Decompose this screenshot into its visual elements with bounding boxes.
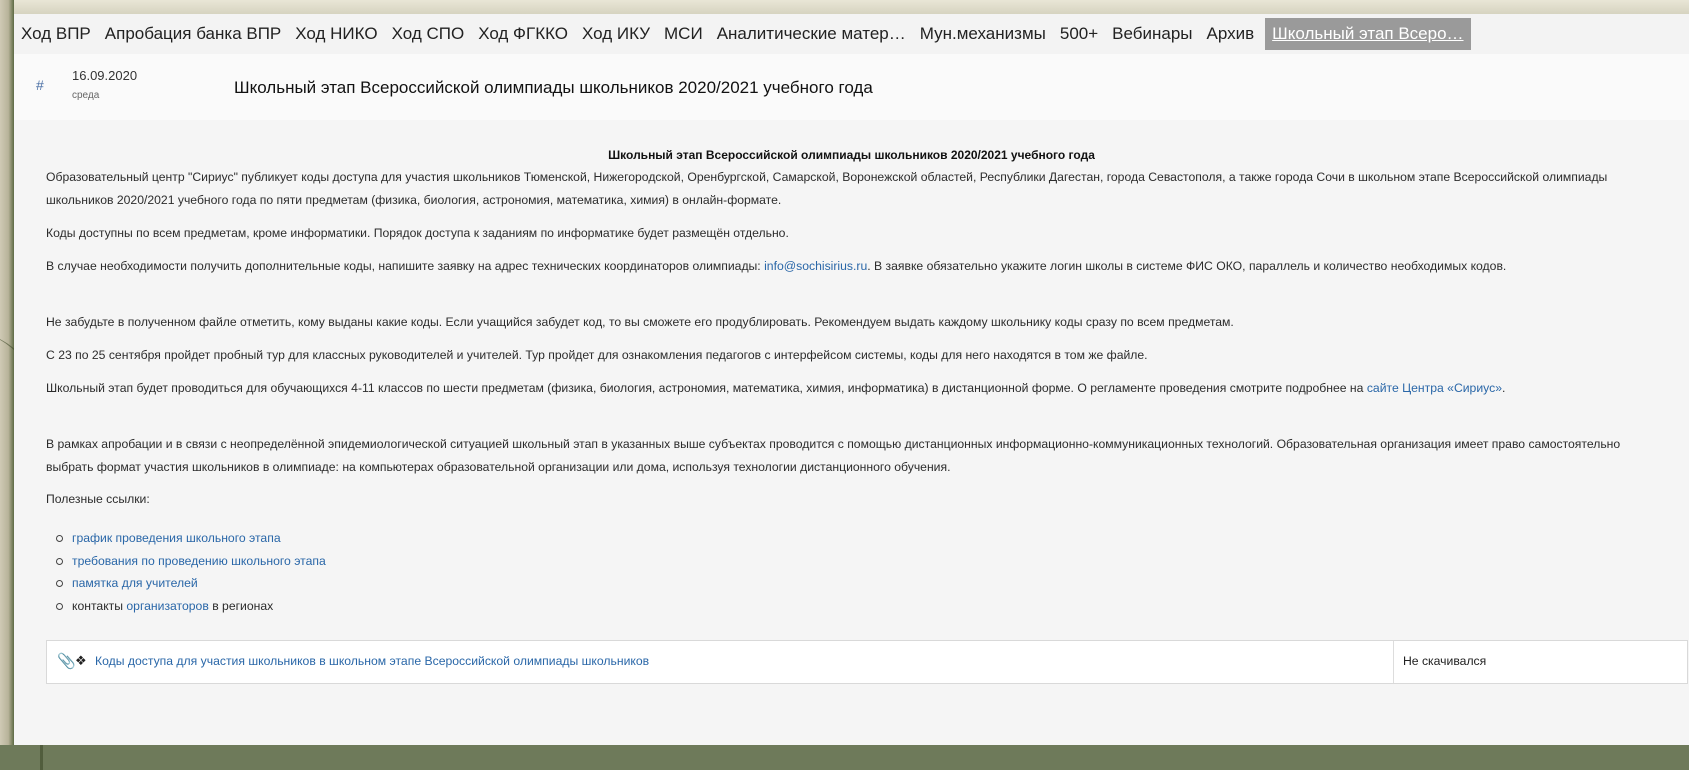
paragraph-4: Не забудьте в полученном файле отметить,…	[46, 315, 1234, 329]
tab-webinars[interactable]: Вебинары	[1105, 18, 1199, 50]
article-header: # 16.09.2020 среда Школьный этап Всеросс…	[14, 54, 1689, 121]
tab-spo[interactable]: Ход СПО	[385, 18, 472, 50]
paragraph-5: С 23 по 25 сентября пройдет пробный тур …	[46, 348, 1148, 362]
article-title: Школьный этап Всероссийской олимпиады шк…	[234, 78, 873, 97]
article-weekday: среда	[72, 90, 100, 101]
list-item: требования по проведению школьного этапа	[54, 550, 326, 573]
paragraph-1: Образовательный центр "Сириус" публикует…	[46, 170, 1608, 207]
divider	[1393, 641, 1394, 683]
tab-archive[interactable]: Архив	[1200, 18, 1262, 50]
contacts-suffix: в регионах	[208, 598, 274, 613]
list-item: график проведения школьного этапа	[54, 527, 326, 550]
article-date: 16.09.2020	[72, 68, 138, 83]
article-content: Школьный этап Всероссийской олимпиады шк…	[14, 120, 1689, 745]
tab-msi[interactable]: МСИ	[657, 18, 710, 50]
list-item: контакты организаторов в регионах	[54, 595, 326, 618]
paragraph-6: Школьный этап будет проводиться для обуч…	[46, 377, 1656, 400]
paragraph-2: Коды доступны по всем предметам, кроме и…	[46, 226, 789, 240]
attachment-row: 📎 ❖ Коды доступа для участия школьников …	[46, 640, 1688, 684]
tab-500plus[interactable]: 500+	[1053, 18, 1105, 50]
organizers-link[interactable]: организаторов	[126, 599, 208, 613]
content-title: Школьный этап Всероссийской олимпиады шк…	[608, 148, 1095, 162]
tab-niko[interactable]: Ход НИКО	[288, 18, 384, 50]
attachment-link[interactable]: Коды доступа для участия школьников в шк…	[95, 654, 649, 668]
tab-school-stage[interactable]: Школьный этап Всеро…	[1265, 18, 1471, 50]
tab-analytics[interactable]: Аналитические матер…	[710, 18, 913, 50]
sirius-site-link[interactable]: сайте Центра «Сириус»	[1367, 381, 1502, 395]
tab-mun-mechanisms[interactable]: Мун.механизмы	[913, 18, 1053, 50]
list-item: памятка для учителей	[54, 572, 326, 595]
requirements-link[interactable]: требования по проведению школьного этапа	[72, 554, 326, 568]
contacts-prefix: контакты	[72, 598, 127, 613]
schedule-link[interactable]: график проведения школьного этапа	[72, 531, 281, 545]
paperclip-icon: 📎	[57, 653, 76, 670]
file-icon: ❖	[75, 653, 87, 668]
tab-bar: Ход ВПР Апробация банка ВПР Ход НИКО Ход…	[14, 14, 1689, 55]
tab-vpr[interactable]: Ход ВПР	[14, 18, 98, 50]
paragraph-3: В случае необходимости получить дополнит…	[46, 255, 1656, 278]
tab-iku[interactable]: Ход ИКУ	[575, 18, 657, 50]
teacher-memo-link[interactable]: памятка для учителей	[72, 576, 198, 590]
paragraph-3-text-b: . В заявке обязательно укажите логин шко…	[867, 259, 1507, 273]
email-link[interactable]: info@sochisirius.ru	[764, 259, 867, 273]
hash-icon[interactable]: #	[36, 77, 44, 93]
paragraph-6-text-b: .	[1501, 381, 1506, 395]
useful-links-list: график проведения школьного этапа требов…	[54, 527, 326, 617]
tab-vpr-bank[interactable]: Апробация банка ВПР	[98, 18, 289, 50]
paragraph-6-text-a: Школьный этап будет проводиться для обуч…	[46, 381, 1367, 395]
paragraph-7: В рамках апробации и в связи с неопредел…	[46, 437, 1621, 474]
background-top	[0, 0, 1689, 14]
tab-fgkko[interactable]: Ход ФГККО	[471, 18, 575, 50]
download-status: Не скачивался	[1403, 654, 1487, 668]
useful-links-label: Полезные ссылки:	[46, 492, 150, 506]
paragraph-3-text-a: В случае необходимости получить дополнит…	[46, 259, 765, 273]
